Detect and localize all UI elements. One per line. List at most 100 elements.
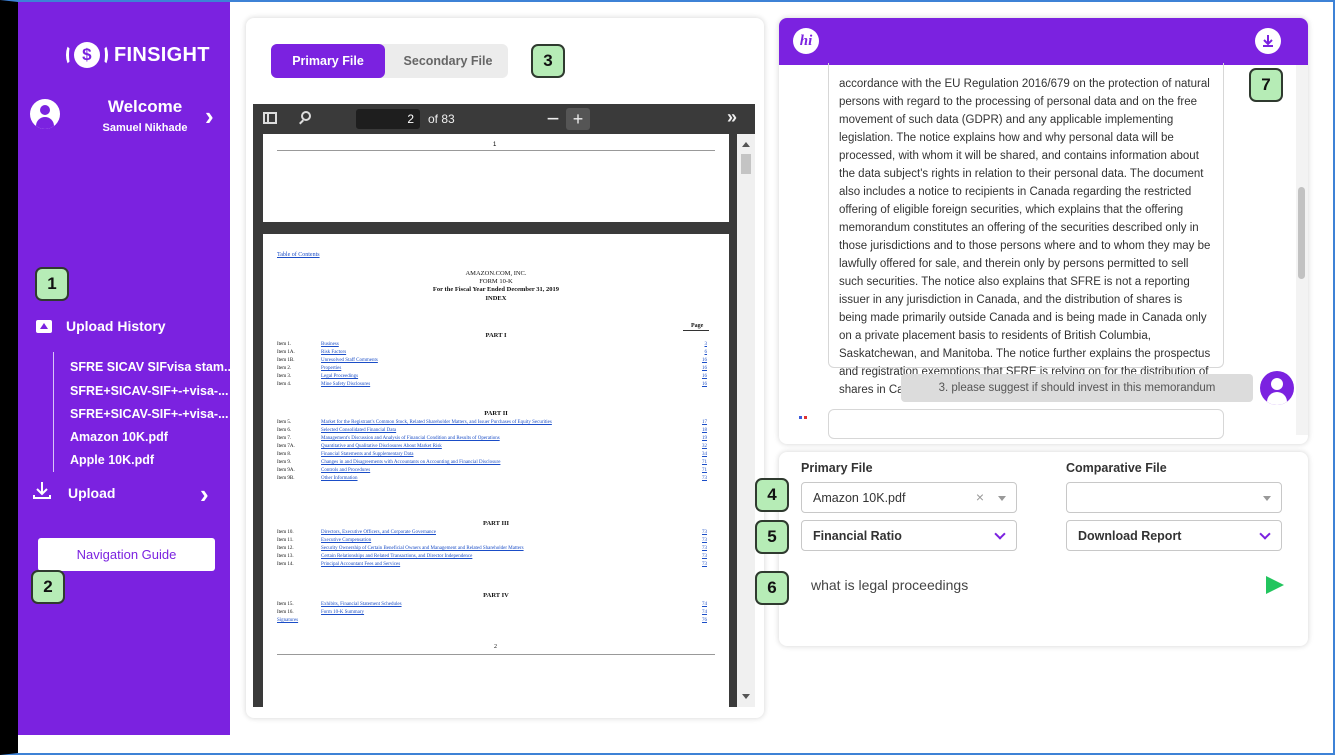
annotation-badge: 3	[531, 44, 565, 78]
app-logo: $ FINSIGHT	[66, 42, 210, 68]
folder-upload-icon	[36, 319, 52, 333]
search-icon[interactable]	[301, 111, 311, 121]
bot-message: accordance with the EU Regulation 2016/6…	[828, 63, 1224, 396]
welcome-card[interactable]: Welcome Samuel Nikhade ›	[30, 97, 225, 137]
doc-company: AMAZON.COM, INC.	[465, 270, 527, 277]
primary-file-value: Amazon 10K.pdf	[813, 491, 906, 505]
chevron-right-icon[interactable]: ›	[200, 481, 209, 507]
bot-message-partial	[828, 409, 1224, 439]
doc-period: For the Fiscal Year Ended December 31, 2…	[432, 286, 560, 293]
pdf-page: Table of Contents AMAZON.COM, INC. FORM …	[263, 234, 729, 707]
toc-row[interactable]: Item 9. Changes in and Disagreements with…	[277, 460, 717, 467]
toc-row[interactable]: Item 2. Properties 16	[277, 366, 717, 373]
upload-button[interactable]: Upload ›	[32, 480, 212, 507]
chevron-down-icon	[994, 528, 1006, 540]
user-message: 3. please suggest if should invest in th…	[901, 374, 1253, 402]
page-total: of 83	[428, 112, 455, 126]
clear-icon[interactable]: ×	[976, 489, 984, 505]
annotation-badge: 4	[755, 478, 789, 512]
annotation-badge: 2	[31, 570, 65, 604]
analysis-type-select[interactable]: Financial Ratio	[801, 520, 1017, 551]
history-item[interactable]: SFRE+SICAV-SIF+-+visa-...	[70, 384, 230, 398]
upload-label: Upload	[68, 485, 116, 501]
toc-row[interactable]: Item 1. Business 3	[277, 342, 717, 349]
user-avatar-icon	[30, 99, 60, 129]
page-number-input[interactable]: 2	[356, 109, 420, 129]
pdf-toolbar: 2 of 83 − + »	[253, 104, 755, 134]
scroll-thumb[interactable]	[1298, 187, 1305, 279]
page-number-label: 1	[493, 142, 497, 148]
pdf-scrollbar[interactable]	[737, 134, 755, 707]
toc-row[interactable]: Item 7. Management's Discussion and Analy…	[277, 436, 717, 443]
toc-row[interactable]: Item 16. Form 10-K Summary 74	[277, 610, 717, 617]
toc-row[interactable]: Item 13. Certain Relationships and Relate…	[277, 554, 717, 561]
query-bar	[801, 566, 1301, 604]
toc-row[interactable]: Item 12. Security Ownership of Certain Be…	[277, 546, 717, 553]
primary-file-select[interactable]: Amazon 10K.pdf ×	[801, 482, 1017, 513]
scroll-down-icon[interactable]	[742, 694, 750, 699]
toc-row[interactable]: Item 9A. Controls and Procedures 71	[277, 468, 717, 475]
chat-header: hi	[779, 18, 1308, 65]
history-item[interactable]: SFRE SICAV SIFvisa stam...	[70, 360, 234, 374]
caret-down-icon	[1263, 496, 1271, 501]
history-item[interactable]: Apple 10K.pdf	[70, 453, 230, 467]
toc-row[interactable]: Signatures 76	[277, 618, 717, 625]
history-item[interactable]: Amazon 10K.pdf	[70, 430, 230, 444]
annotation-badge: 6	[755, 571, 789, 605]
download-chat-button[interactable]	[1255, 28, 1281, 54]
toc-row[interactable]: Item 15. Exhibits, Financial Statement Sc…	[277, 602, 717, 609]
welcome-title: Welcome	[107, 97, 183, 116]
toc-row[interactable]: Item 1A. Risk Factors 6	[277, 350, 717, 357]
toc-row[interactable]: Item 11. Executive Compensation 73	[277, 538, 717, 545]
scroll-up-icon[interactable]	[742, 142, 750, 147]
history-item[interactable]: SFRE+SICAV-SIF+-+visa-...	[70, 407, 230, 421]
doc-form: FORM 10-K	[479, 278, 513, 285]
page-rule	[277, 654, 715, 655]
tab-primary-file[interactable]: Primary File	[271, 44, 385, 78]
download-icon	[1263, 35, 1273, 47]
zoom-out-button[interactable]: −	[542, 106, 564, 131]
page-column-header: Page	[691, 323, 704, 329]
toc-row[interactable]: Item 4. Mine Safety Disclosures 16	[277, 382, 717, 389]
user-avatar-icon	[1260, 371, 1294, 405]
part-title: PART IV	[483, 592, 509, 599]
annotation-badge: 7	[1249, 68, 1283, 102]
page-rule	[277, 150, 715, 151]
part-title: PART III	[482, 520, 510, 527]
brand-name: FINSIGHT	[114, 43, 210, 66]
upload-history-label: Upload History	[66, 318, 166, 334]
chat-scrollbar[interactable]	[1296, 65, 1308, 435]
query-input[interactable]	[801, 570, 1241, 600]
toc-link[interactable]: Table of Contents	[277, 252, 320, 258]
toc-row[interactable]: Item 1B. Unresolved Staff Comments 16	[277, 358, 717, 365]
user-name: Samuel Nikhade	[102, 122, 188, 134]
comparative-file-select[interactable]	[1066, 482, 1282, 513]
sidebar-toggle-icon[interactable]	[263, 112, 277, 124]
toc-row[interactable]: Item 8. Financial Statements and Suppleme…	[277, 452, 717, 459]
toc-row[interactable]: Item 9B. Other Information 73	[277, 476, 717, 483]
toc-row[interactable]: Item 10. Directors, Executive Officers, a…	[277, 530, 717, 537]
toc-row[interactable]: Item 5. Market for the Registrant's Commo…	[277, 420, 717, 427]
navigation-guide-button[interactable]: Navigation Guide	[38, 538, 215, 571]
scroll-thumb[interactable]	[741, 154, 751, 174]
chevron-right-icon[interactable]: ›	[205, 103, 214, 129]
toc-row[interactable]: Item 7A. Quantitative and Qualitative Dis…	[277, 444, 717, 451]
download-report-select[interactable]: Download Report	[1066, 520, 1282, 551]
part-title: PART I	[485, 332, 507, 339]
tab-secondary-file[interactable]: Secondary File	[391, 44, 505, 78]
zoom-in-button[interactable]: +	[566, 108, 590, 130]
send-icon[interactable]	[1266, 576, 1284, 594]
sidebar: $ FINSIGHT Welcome Samuel Nikhade › Uplo…	[18, 2, 234, 735]
file-tabs: Primary File Secondary File	[271, 44, 508, 78]
toc-row[interactable]: Item 6. Selected Consolidated Financial D…	[277, 428, 717, 435]
caret-down-icon	[998, 496, 1006, 501]
toc-row[interactable]: Item 14. Principal Accountant Fees and Se…	[277, 562, 717, 569]
upload-history-header[interactable]: Upload History	[36, 318, 166, 334]
toc-row[interactable]: Item 3. Legal Proceedings 16	[277, 374, 717, 381]
analysis-type-value: Financial Ratio	[813, 529, 902, 543]
annotation-badge: 5	[755, 520, 789, 554]
more-tools-icon[interactable]: »	[727, 107, 737, 128]
history-divider	[53, 352, 54, 472]
chat-panel: hi accordance with the EU Regulation 201…	[779, 18, 1308, 444]
finsight-logo-icon: $	[66, 42, 108, 68]
